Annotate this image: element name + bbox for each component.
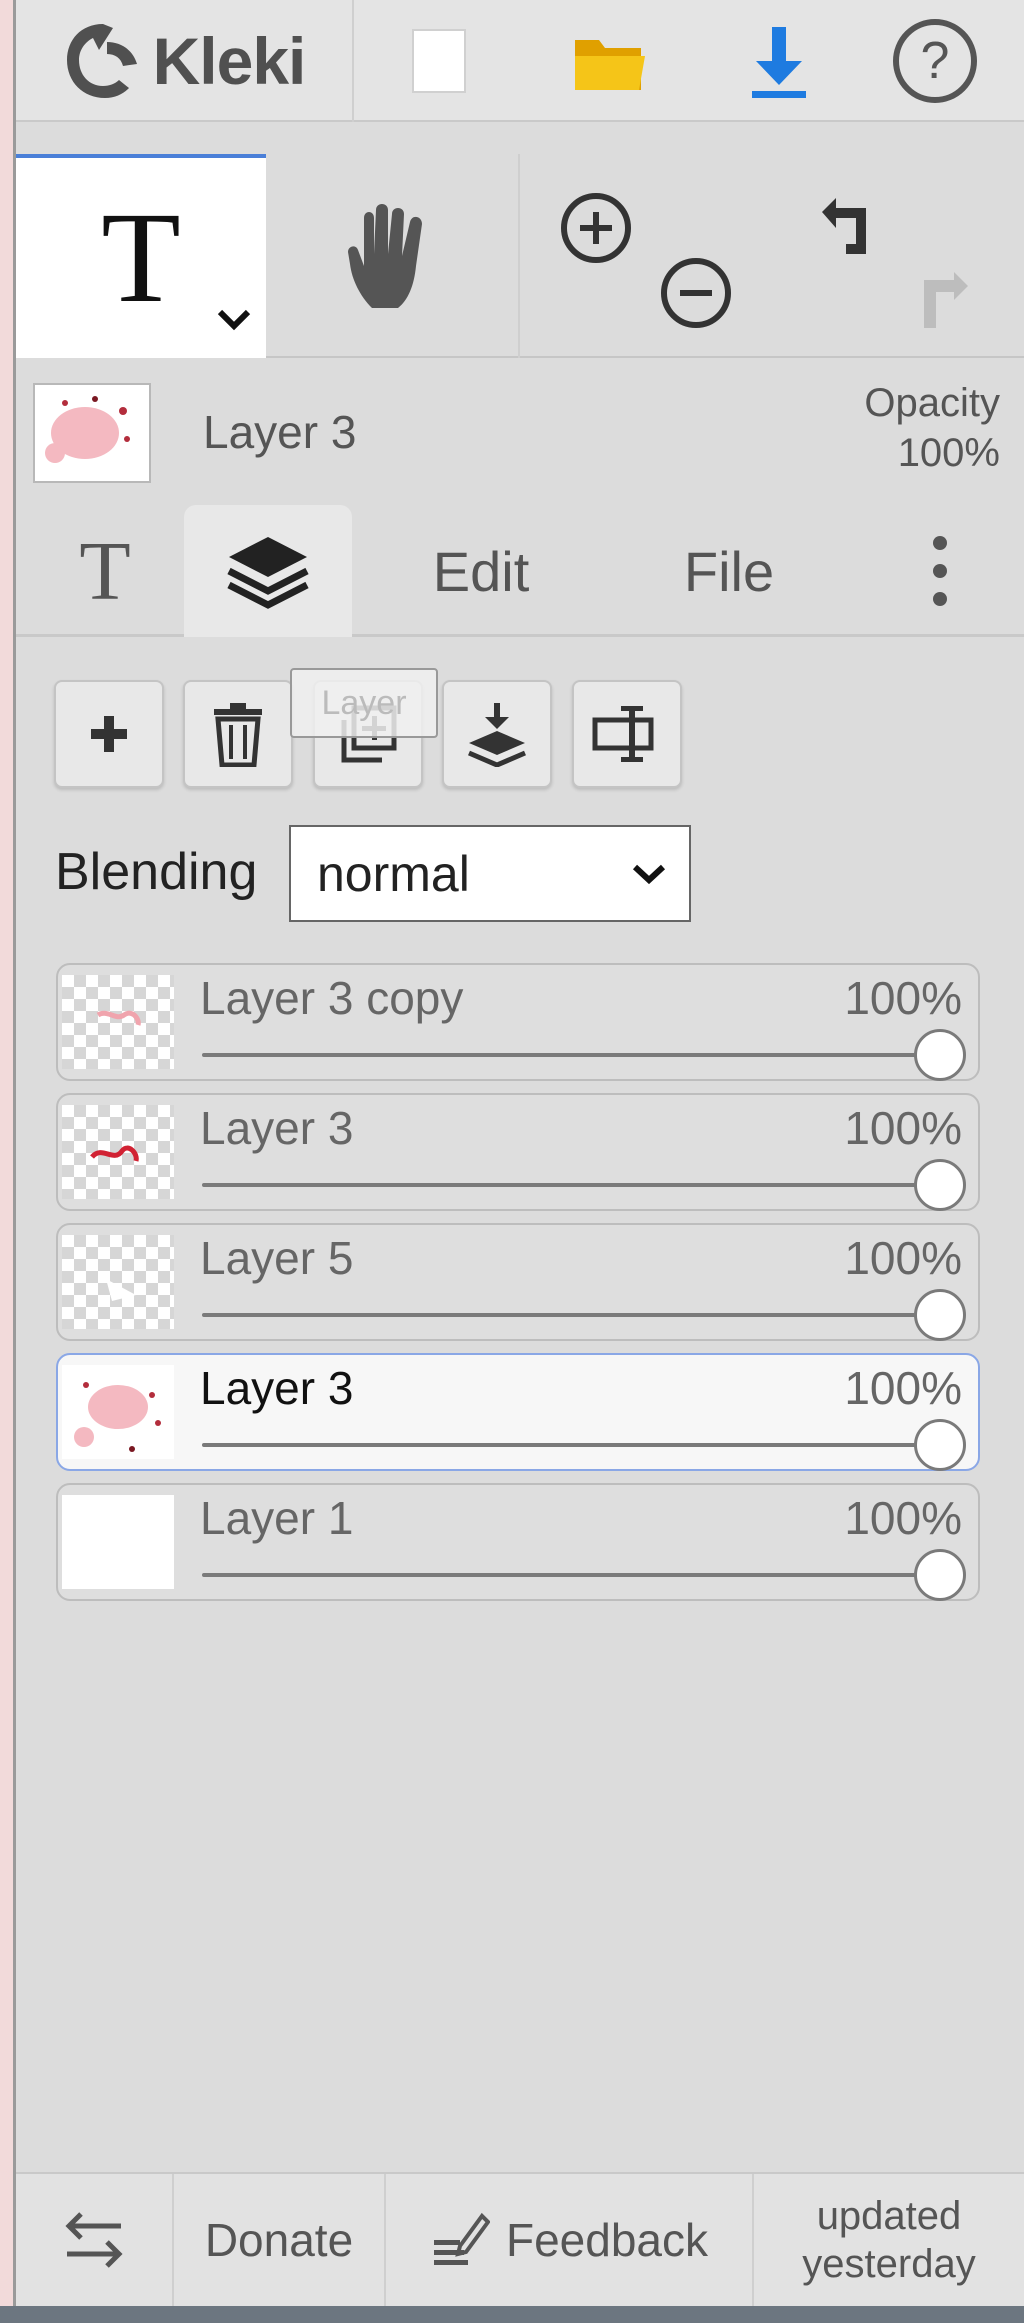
current-layer-thumbnail bbox=[33, 383, 151, 483]
undo-button[interactable] bbox=[800, 184, 896, 280]
layer-opacity-handle[interactable] bbox=[914, 1549, 966, 1601]
tooltip: Layer bbox=[290, 668, 438, 738]
tab-tool[interactable]: T bbox=[50, 505, 160, 637]
layer-row[interactable]: Layer 3 100% bbox=[56, 1093, 980, 1211]
layer-opacity-handle[interactable] bbox=[914, 1419, 966, 1471]
new-file-button[interactable] bbox=[354, 0, 524, 122]
redo-button[interactable] bbox=[894, 250, 990, 346]
feedback-label: Feedback bbox=[505, 2214, 708, 2266]
layer-thumbnail-image bbox=[35, 385, 149, 481]
layer-opacity-handle[interactable] bbox=[914, 1029, 966, 1081]
layer-row[interactable]: Layer 5 100% bbox=[56, 1223, 980, 1341]
text-tool-icon: T bbox=[79, 524, 131, 618]
layer-name: Layer 1 bbox=[200, 1492, 354, 1544]
layer-thumbnail bbox=[62, 1235, 174, 1329]
opacity-label: Opacity bbox=[864, 381, 1000, 425]
text-tool-button[interactable]: T bbox=[16, 154, 266, 358]
window-bottom-edge bbox=[0, 2306, 1024, 2323]
kleki-logo[interactable]: Kleki bbox=[16, 0, 354, 122]
blending-label: Blending bbox=[55, 843, 258, 901]
more-vertical-icon bbox=[933, 536, 947, 606]
canvas-edge bbox=[0, 0, 16, 2323]
rename-layer-button[interactable] bbox=[572, 680, 682, 788]
hand-tool-button[interactable] bbox=[266, 154, 520, 358]
tab-file[interactable]: File bbox=[644, 505, 814, 637]
tab-edit[interactable]: Edit bbox=[396, 505, 566, 637]
layer-opacity-slider[interactable] bbox=[202, 1183, 930, 1187]
layer-opacity: 100% bbox=[844, 1102, 962, 1154]
new-file-icon bbox=[412, 29, 466, 93]
svg-text:?: ? bbox=[921, 32, 950, 90]
kleki-logo-icon bbox=[66, 24, 137, 98]
layer-thumbnail bbox=[62, 1495, 174, 1589]
updated-line2: yesterday bbox=[802, 2242, 976, 2286]
add-layer-button[interactable] bbox=[54, 680, 164, 788]
open-file-button[interactable] bbox=[524, 0, 694, 122]
chevron-down-icon[interactable] bbox=[216, 308, 252, 332]
delete-layer-icon bbox=[214, 703, 262, 767]
layer-row-selected[interactable]: Layer 3 100% bbox=[56, 1353, 980, 1471]
zoom-out-icon bbox=[661, 258, 731, 328]
layer-opacity-handle[interactable] bbox=[914, 1159, 966, 1211]
layer-opacity: 100% bbox=[844, 1232, 962, 1284]
layers-icon bbox=[227, 537, 309, 609]
swap-arrows-icon bbox=[65, 2212, 123, 2268]
updated-info[interactable]: updated yesterday bbox=[754, 2174, 1024, 2306]
updated-line1: updated bbox=[816, 2194, 962, 2238]
hand-icon bbox=[348, 204, 422, 308]
download-icon bbox=[752, 27, 806, 98]
open-folder-icon bbox=[575, 40, 645, 90]
layer-opacity-handle[interactable] bbox=[914, 1289, 966, 1341]
layer-opacity: 100% bbox=[844, 1492, 962, 1544]
layer-opacity: 100% bbox=[844, 1362, 962, 1414]
help-button[interactable]: ? bbox=[850, 0, 1020, 122]
tab-layers[interactable] bbox=[184, 505, 352, 637]
current-layer-name: Layer 3 bbox=[203, 406, 357, 458]
layer-row[interactable]: Layer 3 copy 100% bbox=[56, 963, 980, 1081]
feedback-pencil-icon bbox=[433, 2212, 490, 2265]
tab-more[interactable] bbox=[900, 505, 980, 637]
blending-value: normal bbox=[317, 845, 470, 902]
opacity-value: 100% bbox=[897, 431, 1000, 475]
layer-thumbnail bbox=[62, 1365, 174, 1459]
blending-select[interactable]: normal bbox=[289, 825, 691, 922]
layer-opacity: 100% bbox=[844, 972, 962, 1024]
add-layer-icon bbox=[91, 716, 127, 752]
zoom-in-icon bbox=[561, 193, 631, 263]
layer-name: Layer 3 bbox=[200, 1362, 354, 1414]
download-button[interactable] bbox=[694, 0, 864, 122]
layer-name: Layer 3 copy bbox=[200, 972, 464, 1024]
rename-layer-icon bbox=[592, 706, 654, 762]
layer-name: Layer 3 bbox=[200, 1102, 354, 1154]
redo-icon bbox=[924, 272, 968, 328]
layer-name: Layer 5 bbox=[200, 1232, 354, 1284]
undo-icon bbox=[822, 198, 866, 254]
layer-thumbnail bbox=[62, 975, 174, 1069]
delete-layer-button[interactable] bbox=[183, 680, 293, 788]
help-icon: ? bbox=[893, 19, 977, 103]
tab-edit-label: Edit bbox=[432, 539, 530, 603]
feedback-button[interactable]: Feedback bbox=[386, 2174, 754, 2306]
layer-opacity-slider[interactable] bbox=[202, 1573, 930, 1577]
text-tool-icon: T bbox=[101, 186, 181, 330]
tab-file-label: File bbox=[683, 539, 775, 603]
current-layer-opacity[interactable]: Opacity 100% bbox=[820, 378, 1000, 478]
merge-down-icon bbox=[468, 703, 526, 767]
layer-opacity-slider[interactable] bbox=[202, 1443, 930, 1447]
layer-thumbnail bbox=[62, 1105, 174, 1199]
logo-text: Kleki bbox=[152, 24, 307, 98]
swap-side-button[interactable] bbox=[16, 2174, 174, 2306]
donate-label: Donate bbox=[204, 2214, 354, 2266]
layer-opacity-slider[interactable] bbox=[202, 1313, 930, 1317]
donate-button[interactable]: Donate bbox=[174, 2174, 386, 2306]
layer-opacity-slider[interactable] bbox=[202, 1053, 930, 1057]
zoom-out-button[interactable] bbox=[648, 245, 744, 341]
layer-row[interactable]: Layer 1 100% bbox=[56, 1483, 980, 1601]
chevron-down-icon bbox=[632, 864, 666, 884]
merge-down-button[interactable] bbox=[442, 680, 552, 788]
zoom-in-button[interactable] bbox=[548, 180, 644, 276]
